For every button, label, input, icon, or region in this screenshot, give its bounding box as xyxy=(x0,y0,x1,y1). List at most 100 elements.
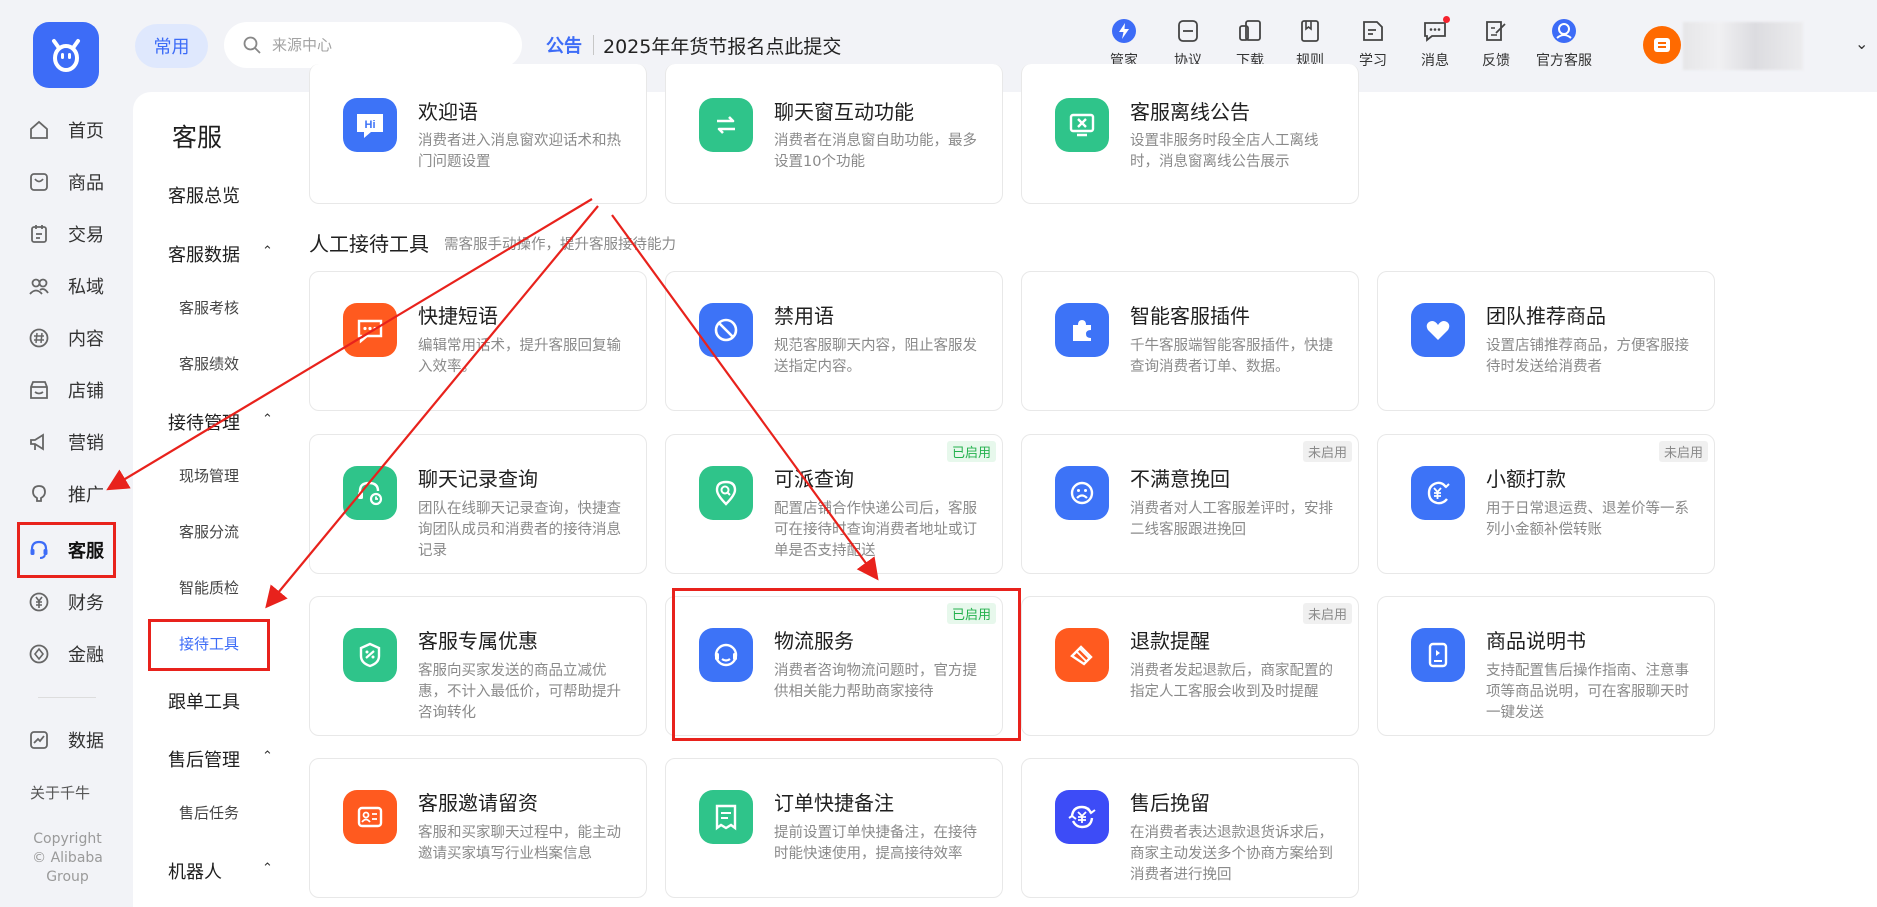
subnav-reception-group[interactable]: 接待管理 xyxy=(168,409,240,435)
subnav-item[interactable]: 现场管理 xyxy=(179,465,239,486)
card-title: 客服专属优惠 xyxy=(418,629,538,653)
nav-item-data[interactable]: 数据 xyxy=(18,718,118,762)
chevron-up-icon[interactable]: ⌃ xyxy=(262,861,273,876)
subnav-item[interactable]: 客服绩效 xyxy=(179,353,239,374)
tool-card-dissatisfied-recovery[interactable]: 未启用 不满意挽回 消费者对人工客服差评时，安排二线客服跟进挽回 xyxy=(1021,434,1359,574)
tool-feedback[interactable]: 反馈 xyxy=(1482,18,1510,74)
subnav-aftersale-group[interactable]: 售后管理 xyxy=(168,746,240,772)
avatar[interactable] xyxy=(1643,26,1681,64)
chevron-up-icon[interactable]: ⌃ xyxy=(262,749,273,764)
card-desc: 客服和买家聊天过程中，能主动邀请买家填写行业档案信息 xyxy=(418,825,621,862)
chevron-up-icon[interactable]: ⌃ xyxy=(262,244,273,259)
tool-label: 反馈 xyxy=(1482,53,1510,69)
status-badge: 已启用 xyxy=(946,441,996,462)
nav-item-content[interactable]: 内容 xyxy=(18,316,118,360)
tool-card-delivery-query[interactable]: 已启用 可派查询 配置店铺合作快递公司后，客服可在接待时查询消费者地址或订单是否… xyxy=(665,434,1003,574)
nav-label: 推广 xyxy=(68,485,104,506)
subnav-item[interactable]: 客服考核 xyxy=(179,297,239,318)
learn-icon xyxy=(1360,18,1386,44)
agreement-icon xyxy=(1175,18,1201,44)
subnav-followup[interactable]: 跟单工具 xyxy=(168,688,240,714)
subnav-data-group[interactable]: 客服数据 xyxy=(168,241,240,267)
tool-card-exclusive-discount[interactable]: 客服专属优惠 客服向买家发送的商品立减优惠，不计入最低价，可帮助提升咨询转化 xyxy=(309,596,647,736)
tool-card-refund-reminder[interactable]: 未启用 退款提醒 消费者发起退款后，商家配置的指定人工客服会收到及时提醒 xyxy=(1021,596,1359,736)
tool-card-small-payment[interactable]: 未启用 小额打款 用于日常退运费、退差价等一系列小金额补偿转账 xyxy=(1377,434,1715,574)
nav-item-finance[interactable]: 财务 xyxy=(18,580,118,624)
about-link[interactable]: 关于千牛 xyxy=(30,782,90,803)
offline-screen-icon xyxy=(1055,98,1109,152)
subnav-robot-group[interactable]: 机器人 xyxy=(168,858,222,884)
search-input[interactable] xyxy=(272,36,512,54)
copyright-line: © Alibaba xyxy=(32,850,103,866)
card-desc: 提前设置订单快捷备注，在接待时能快速使用，提高接待效率 xyxy=(774,825,977,862)
tool-card[interactable]: 客服离线公告 设置非服务时段全店人工离线时，消息窗离线公告展示 xyxy=(1021,64,1359,204)
tool-card-smart-plugin[interactable]: 智能客服插件 千牛客服端智能客服插件，快捷查询消费者订单、数据。 xyxy=(1021,271,1359,411)
tool-card-chat-history[interactable]: 聊天记录查询 团队在线聊天记录查询，快捷查询团队成员和消费者的接待消息记录 xyxy=(309,434,647,574)
nav-label: 内容 xyxy=(68,329,104,350)
tool-messages[interactable]: 消息 xyxy=(1421,16,1450,74)
tool-card-aftersale-retain[interactable]: 售后挽留 在消费者表达退款退货诉求后，商家主动发送多个协商方案给到消费者进行挽回 xyxy=(1021,758,1359,898)
private-domain-icon xyxy=(28,275,50,297)
common-button[interactable]: 常用 xyxy=(135,24,208,68)
search-icon xyxy=(242,35,262,55)
location-search-icon xyxy=(699,466,753,520)
card-title: 聊天窗互动功能 xyxy=(774,100,914,124)
card-desc: 编辑常用话术，提升客服回复输入效率。 xyxy=(418,338,621,375)
card-desc: 支持配置售后操作指南、注意事项等商品说明，可在客服聊天时一键发送 xyxy=(1486,663,1689,721)
tool-card-order-note[interactable]: 订单快捷备注 提前设置订单快捷备注，在接待时能快速使用，提高接待效率 xyxy=(665,758,1003,898)
chevron-down-icon[interactable]: ⌄ xyxy=(1855,34,1868,53)
tool-card-invite-info[interactable]: 客服邀请留资 客服和买家聊天过程中，能主动邀请买家填写行业档案信息 xyxy=(309,758,647,898)
tool-card-quick-phrase[interactable]: 快捷短语 编辑常用话术，提升客服回复输入效率。 xyxy=(309,271,647,411)
card-title: 可派查询 xyxy=(774,467,854,491)
scrollbar[interactable] xyxy=(1863,870,1877,900)
card-desc: 设置店铺推荐商品，方便客服接待时发送给消费者 xyxy=(1486,338,1689,375)
left-nav: 首页 商品 交易 私域 内容 店铺 营销 推广 客服 财务 金融 数据 关于千牛… xyxy=(0,0,133,907)
nav-item-promotion[interactable]: 推广 xyxy=(18,472,118,516)
lightning-icon xyxy=(1111,18,1137,44)
card-desc: 在消费者表达退款退货诉求后，商家主动发送多个协商方案给到消费者进行挽回 xyxy=(1130,825,1333,883)
yuan-transfer-icon xyxy=(1411,466,1465,520)
nav-item-private-domain[interactable]: 私域 xyxy=(18,264,118,308)
forbidden-icon xyxy=(699,303,753,357)
card-title: 聊天记录查询 xyxy=(418,467,538,491)
subnav-title: 客服 xyxy=(172,123,223,152)
notice-divider xyxy=(593,35,594,55)
subnav-item[interactable]: 售后任务 xyxy=(179,802,239,823)
yuan-retain-icon xyxy=(1055,790,1109,844)
highlight-box-reception-tools xyxy=(148,619,270,671)
subnav-overview[interactable]: 客服总览 xyxy=(168,182,240,208)
nav-item-shop[interactable]: 店铺 xyxy=(18,368,118,412)
tool-card-team-recommend[interactable]: 团队推荐商品 设置店铺推荐商品，方便客服接待时发送给消费者 xyxy=(1377,271,1715,411)
subnav-item[interactable]: 智能质检 xyxy=(179,577,239,598)
status-badge: 未启用 xyxy=(1302,441,1352,462)
account-name-blurred[interactable] xyxy=(1683,22,1803,70)
tool-official-service[interactable]: 官方客服 xyxy=(1536,18,1592,74)
tool-card[interactable]: 聊天窗互动功能 消费者在消息窗自助功能，最多设置10个功能 xyxy=(665,64,1003,204)
tool-card-forbidden-words[interactable]: 禁用语 规范客服聊天内容，阻止客服发送指定内容。 xyxy=(665,271,1003,411)
svg-text:Hi: Hi xyxy=(365,119,376,131)
nav-item-goods[interactable]: 商品 xyxy=(18,160,118,204)
tool-card[interactable]: Hi 欢迎语 消费者进入消息窗欢迎话术和热门问题设置 xyxy=(309,64,647,204)
nav-label: 数据 xyxy=(68,731,104,752)
qianniu-logo[interactable] xyxy=(33,22,99,88)
nav-item-trade[interactable]: 交易 xyxy=(18,212,118,256)
tool-card-product-manual[interactable]: 商品说明书 支持配置售后操作指南、注意事项等商品说明，可在客服聊天时一键发送 xyxy=(1377,596,1715,736)
hi-icon: Hi xyxy=(343,98,397,152)
unread-dot xyxy=(1443,16,1450,23)
nav-label: 财务 xyxy=(68,593,104,614)
card-title: 智能客服插件 xyxy=(1130,304,1250,328)
search-box[interactable] xyxy=(224,22,522,68)
nav-item-home[interactable]: 首页 xyxy=(18,108,118,152)
card-title: 团队推荐商品 xyxy=(1486,304,1606,328)
nav-item-marketing[interactable]: 营销 xyxy=(18,420,118,464)
tool-learn[interactable]: 学习 xyxy=(1359,18,1387,74)
chevron-up-icon[interactable]: ⌃ xyxy=(262,412,273,427)
card-title: 订单快捷备注 xyxy=(774,791,894,815)
quick-phrase-icon xyxy=(343,303,397,357)
notice-link[interactable]: 2025年年货节报名点此提交 xyxy=(603,32,841,59)
nav-item-fintech[interactable]: 金融 xyxy=(18,632,118,676)
card-title: 不满意挽回 xyxy=(1130,467,1230,491)
rules-icon xyxy=(1297,18,1323,44)
subnav-item[interactable]: 客服分流 xyxy=(179,521,239,542)
finance-icon xyxy=(28,591,50,613)
